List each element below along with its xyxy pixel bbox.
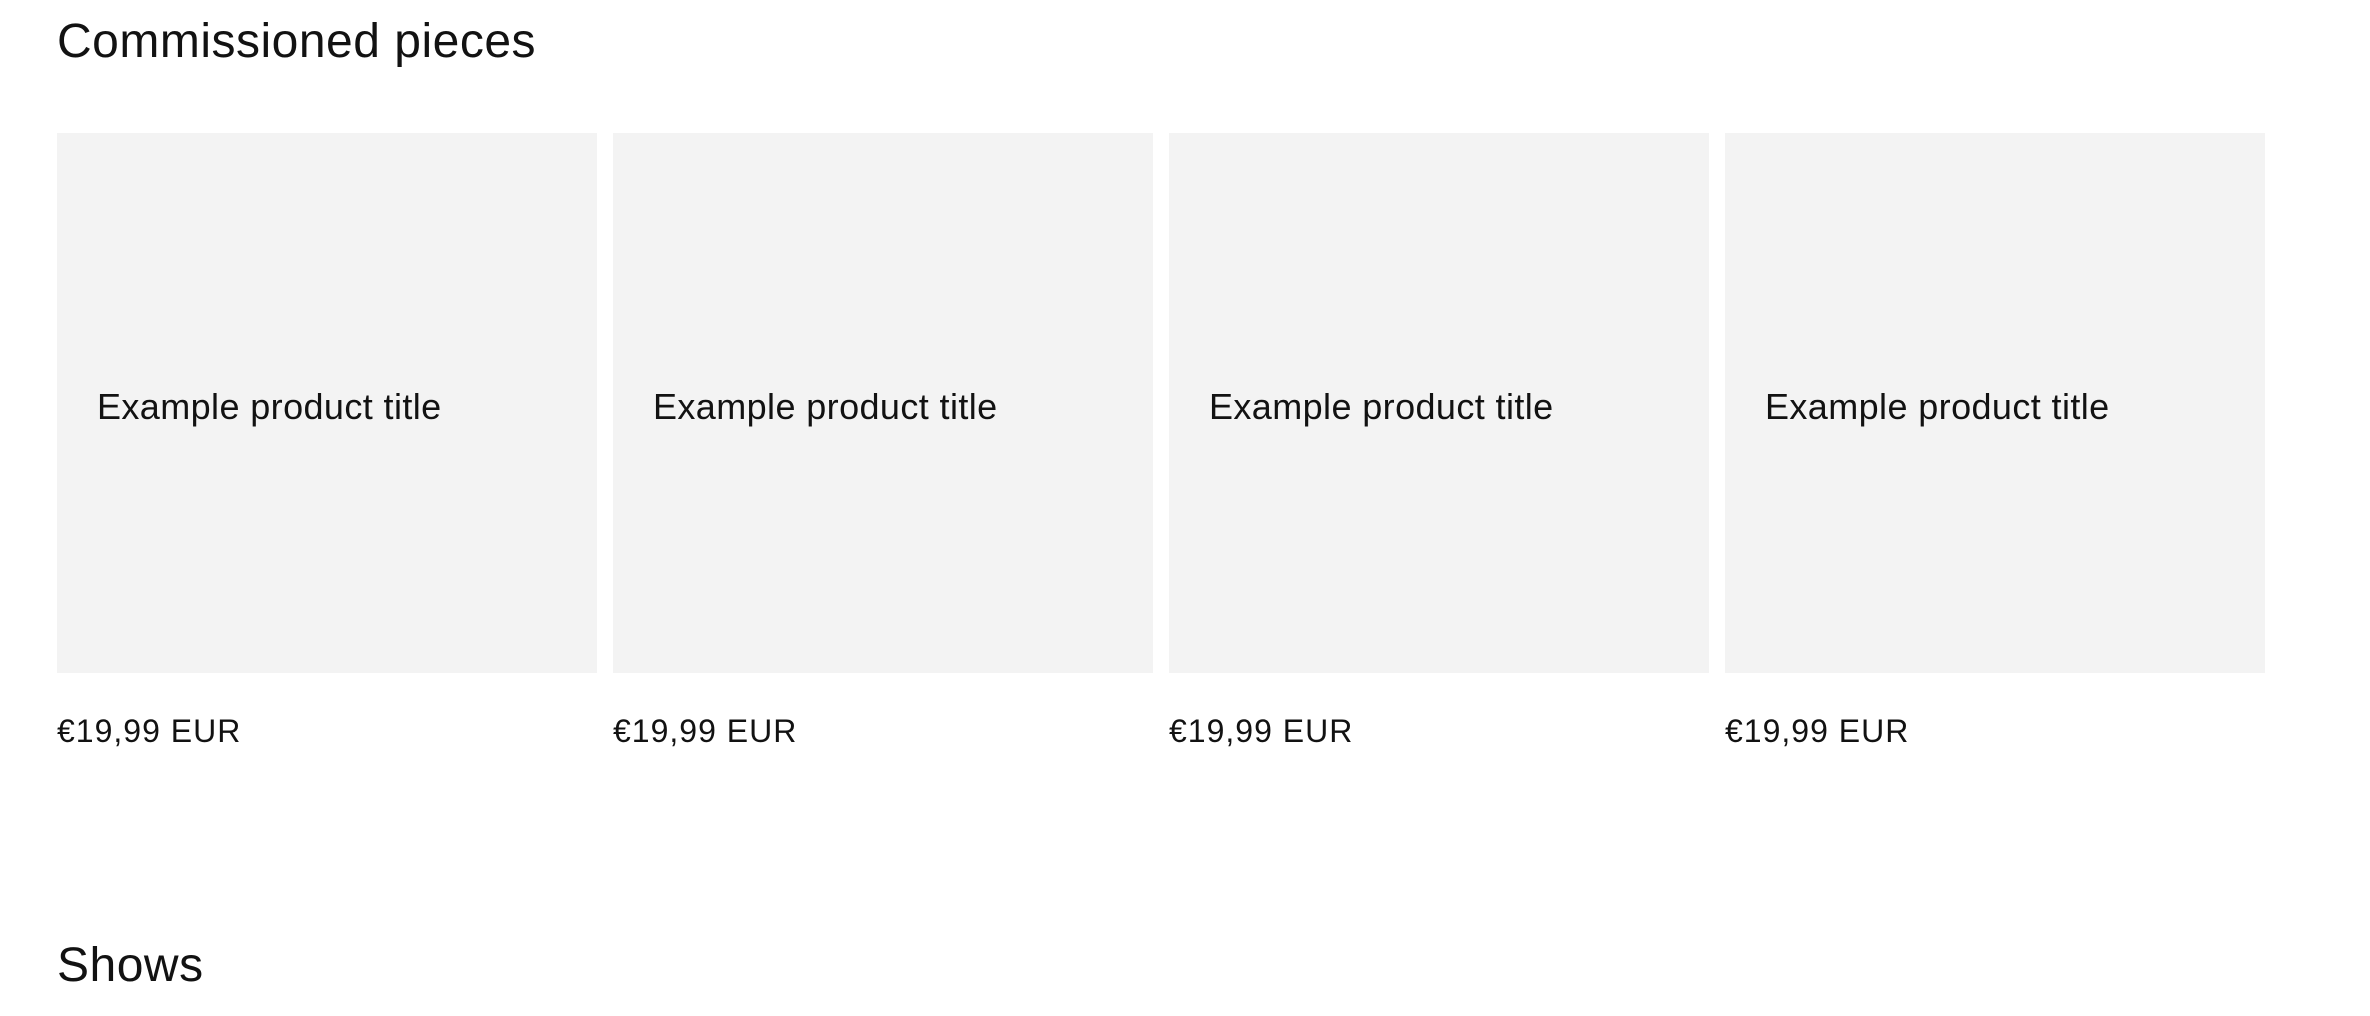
product-card[interactable]: Example product title €19,99 EUR [613, 133, 1153, 747]
product-card-placeholder[interactable]: Example product title [1725, 133, 2265, 673]
product-card-placeholder[interactable]: Example product title [613, 133, 1153, 673]
section-heading-shows: Shows [57, 939, 204, 992]
product-price: €19,99 EUR [1725, 713, 1910, 749]
product-price: €19,99 EUR [57, 713, 242, 749]
product-title[interactable]: Example product title [1765, 385, 2110, 428]
product-card[interactable]: Example product title €19,99 EUR [1169, 133, 1709, 747]
product-price: €19,99 EUR [613, 713, 798, 749]
section-heading-commissioned-pieces: Commissioned pieces [57, 15, 537, 68]
product-title[interactable]: Example product title [653, 385, 998, 428]
product-title[interactable]: Example product title [1209, 385, 1554, 428]
product-price: €19,99 EUR [1169, 713, 1354, 749]
product-card[interactable]: Example product title €19,99 EUR [57, 133, 597, 747]
product-grid: Example product title €19,99 EUR Example… [57, 133, 2265, 747]
product-card-placeholder[interactable]: Example product title [1169, 133, 1709, 673]
product-card[interactable]: Example product title €19,99 EUR [1725, 133, 2265, 747]
product-card-placeholder[interactable]: Example product title [57, 133, 597, 673]
product-title[interactable]: Example product title [97, 385, 442, 428]
